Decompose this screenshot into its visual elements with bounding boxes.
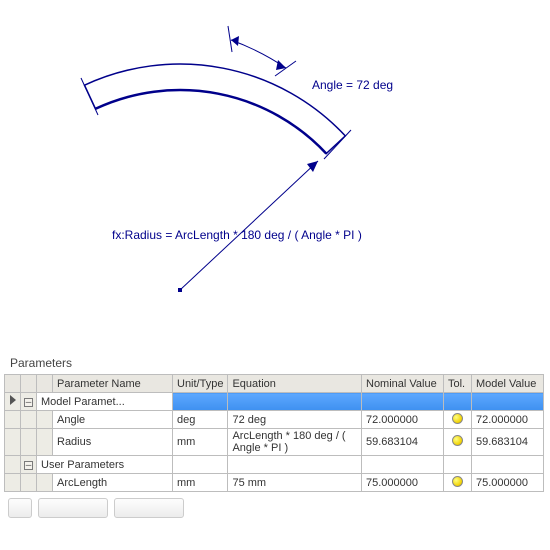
param-unit[interactable]: mm	[173, 429, 228, 456]
collapse-icon[interactable]: –	[24, 398, 33, 407]
group-row-user[interactable]: – User Parameters	[5, 456, 544, 474]
angle-annotation: Angle = 72 deg	[312, 78, 393, 92]
param-name[interactable]: ArcLength	[53, 474, 173, 492]
param-model: 59.683104	[472, 429, 544, 456]
param-nominal: 75.000000	[362, 474, 444, 492]
tolerance-icon	[452, 476, 463, 487]
tolerance-icon	[452, 435, 463, 446]
toolbar-button[interactable]	[114, 498, 184, 518]
parameters-table[interactable]: Parameter Name Unit/Type Equation Nomina…	[4, 374, 544, 492]
col-unit[interactable]: Unit/Type	[173, 375, 228, 393]
table-header-row: Parameter Name Unit/Type Equation Nomina…	[5, 375, 544, 393]
toolbar-button[interactable]	[38, 498, 108, 518]
param-nominal: 59.683104	[362, 429, 444, 456]
param-equation[interactable]: ArcLength * 180 deg / ( Angle * PI )	[228, 429, 362, 456]
group-row-model[interactable]: – Model Paramet...	[5, 393, 544, 411]
table-row[interactable]: Radius mm ArcLength * 180 deg / ( Angle …	[5, 429, 544, 456]
param-unit[interactable]: mm	[173, 474, 228, 492]
radius-annotation: fx:Radius = ArcLength * 180 deg / ( Angl…	[112, 228, 362, 242]
param-equation[interactable]: 72 deg	[228, 411, 362, 429]
param-tol[interactable]	[444, 474, 472, 492]
param-tol[interactable]	[444, 411, 472, 429]
sketch-canvas[interactable]: Angle = 72 deg fx:Radius = ArcLength * 1…	[0, 0, 550, 350]
col-model[interactable]: Model Value	[472, 375, 544, 393]
col-tol[interactable]: Tol.	[444, 375, 472, 393]
collapse-icon[interactable]: –	[24, 461, 33, 470]
param-name[interactable]: Radius	[53, 429, 173, 456]
col-parameter-name[interactable]: Parameter Name	[53, 375, 173, 393]
group-label-model: Model Paramet...	[37, 393, 173, 411]
group-label-user: User Parameters	[37, 456, 173, 474]
param-tol[interactable]	[444, 429, 472, 456]
col-nominal[interactable]: Nominal Value	[362, 375, 444, 393]
table-row[interactable]: Angle deg 72 deg 72.000000 72.000000	[5, 411, 544, 429]
parameters-toolbar	[8, 498, 550, 518]
param-model: 75.000000	[472, 474, 544, 492]
toolbar-button[interactable]	[8, 498, 32, 518]
parameters-panel-title: Parameters	[10, 356, 550, 370]
current-row-icon	[10, 395, 16, 405]
table-row[interactable]: ArcLength mm 75 mm 75.000000 75.000000	[5, 474, 544, 492]
param-equation[interactable]: 75 mm	[228, 474, 362, 492]
param-nominal: 72.000000	[362, 411, 444, 429]
tolerance-icon	[452, 413, 463, 424]
col-equation[interactable]: Equation	[228, 375, 362, 393]
param-name[interactable]: Angle	[53, 411, 173, 429]
param-unit[interactable]: deg	[173, 411, 228, 429]
param-model: 72.000000	[472, 411, 544, 429]
